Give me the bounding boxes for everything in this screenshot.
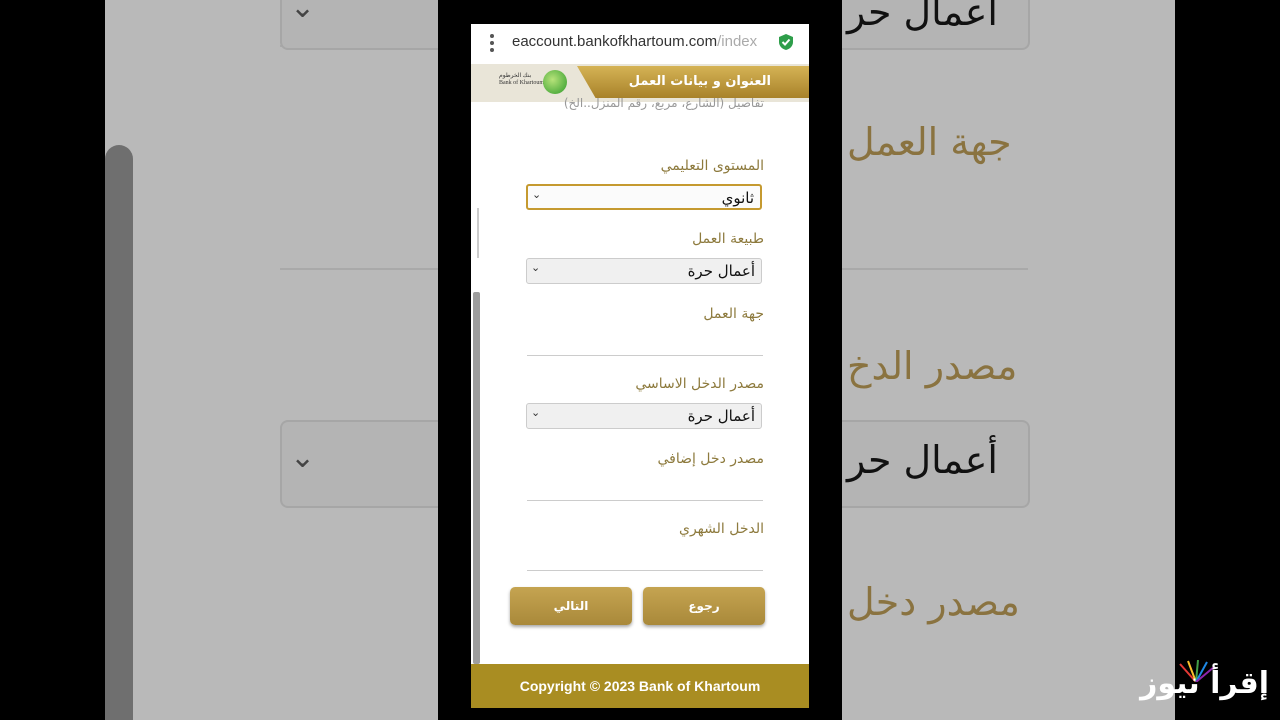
bg-ghost-text: جهة العمل [847,120,1012,164]
back-button[interactable]: رجوع [643,587,765,625]
extra-income-label: مصدر دخل إضافي [657,451,764,467]
work-info-form: تفاصيل (الشارع، مربع، رقم المنزل..الخ) ا… [471,96,809,664]
scrollbar[interactable] [473,292,480,664]
address-hint: تفاصيل (الشارع، مربع، رقم المنزل..الخ) [563,96,764,110]
watermark-text: إقرأ نيوز [1140,666,1269,701]
income-source-value: أعمال حرة [687,407,755,425]
phone-screen: eaccount.bankofkhartoum.com/index بنك ال… [471,24,809,708]
browser-url-bar[interactable]: eaccount.bankofkhartoum.com/index [471,24,809,65]
monthly-income-input[interactable] [527,570,763,571]
page-title: العنوان و بيانات العمل [628,74,771,89]
secure-shield-icon [779,34,793,50]
chevron-down-icon: ⌄ [531,406,541,419]
employer-label: جهة العمل [703,306,764,322]
logo-text-ar: بنك الخرطوم [499,73,532,79]
bank-logo: بنك الخرطوم Bank of Khartoum [481,68,567,98]
education-select[interactable]: ثانوي ⌄ [526,184,762,210]
watermark-logo: إقرأ نيوز [1140,660,1273,710]
income-source-label: مصدر الدخل الاساسي [635,376,764,392]
bg-chevron-icon: ⌄ [290,440,316,475]
footer-copyright: Copyright © 2023 Bank of Khartoum [471,664,809,708]
scroll-indicator [477,208,479,258]
chevron-down-icon: ⌄ [532,188,542,201]
bg-ghost-text: أعمال حر [847,0,998,34]
next-button[interactable]: التالي [510,587,632,625]
work-nature-select[interactable]: أعمال حرة ⌄ [526,258,762,284]
chevron-down-icon: ⌄ [531,261,541,274]
extra-income-input[interactable] [527,500,763,501]
bg-ghost-text: أعمال حر [847,438,998,482]
bg-scrollbar [105,145,133,720]
employer-input[interactable] [527,355,763,356]
education-label: المستوى التعليمي [660,158,764,174]
monthly-income-label: الدخل الشهري [679,521,764,537]
work-nature-value: أعمال حرة [687,262,755,280]
more-menu-icon[interactable] [489,34,495,54]
logo-emblem-icon [543,70,567,94]
work-nature-label: طبيعة العمل [692,231,764,247]
url-path: /index [717,33,758,50]
url-text[interactable]: eaccount.bankofkhartoum.com/index [512,33,766,50]
education-value: ثانوي [721,189,754,207]
bg-ghost-text: مصدر دخل [847,580,1020,624]
url-domain: eaccount.bankofkhartoum.com [512,33,718,50]
logo-text-en: Bank of Khartoum [499,80,544,86]
bg-chevron-icon: ⌄ [290,0,316,25]
income-source-select[interactable]: أعمال حرة ⌄ [526,403,762,429]
bg-ghost-text: مصدر الدخ [847,344,1018,388]
